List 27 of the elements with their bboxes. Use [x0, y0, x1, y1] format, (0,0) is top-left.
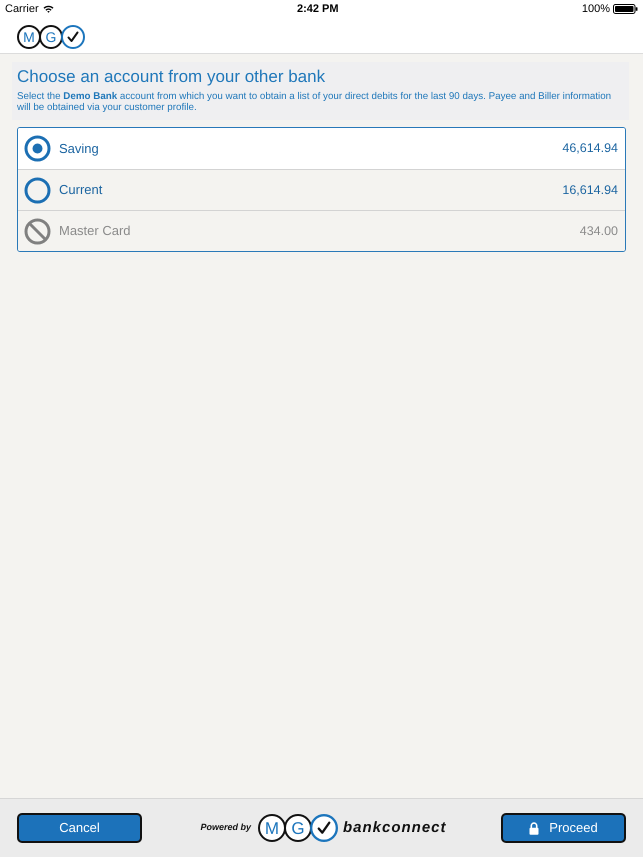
logo-letter: G	[284, 814, 312, 842]
page-title: Choose an account from your other bank	[17, 67, 326, 87]
account-row[interactable]: Saving 46,614.94	[18, 128, 625, 169]
check-icon	[61, 24, 85, 48]
logo-letter: M	[17, 24, 41, 48]
radio-icon[interactable]	[24, 135, 51, 162]
radio-icon[interactable]	[24, 176, 51, 204]
intro-description: Select the Demo Bank account from which you want to obtain a list of your direct debits for the last 90 days. Payee and Biller information will be obtained via your customer profile.	[17, 91, 612, 113]
wifi-icon	[42, 5, 54, 13]
account-name: Saving	[59, 140, 99, 158]
logo-letter: G	[39, 24, 63, 48]
check-icon	[310, 814, 338, 842]
account-name: Master Card	[59, 222, 131, 240]
lock-icon	[529, 822, 540, 834]
status-time: 2:42 PM	[296, 2, 339, 17]
powered-by-label: Powered by	[200, 821, 251, 834]
account-balance: 16,614.94	[562, 182, 618, 199]
account-balance: 46,614.94	[562, 140, 618, 158]
account-name: Current	[59, 181, 102, 200]
proceed-button[interactable]: Proceed	[501, 813, 626, 843]
account-balance: 434.00	[580, 222, 618, 240]
logo-letter: M	[258, 814, 286, 842]
battery-percent: 100%	[582, 2, 610, 17]
carrier-name: Carrier	[5, 2, 39, 17]
brand-name: bankconnect	[342, 818, 447, 838]
battery-icon	[613, 4, 638, 14]
cancel-button[interactable]: Cancel	[17, 813, 142, 843]
